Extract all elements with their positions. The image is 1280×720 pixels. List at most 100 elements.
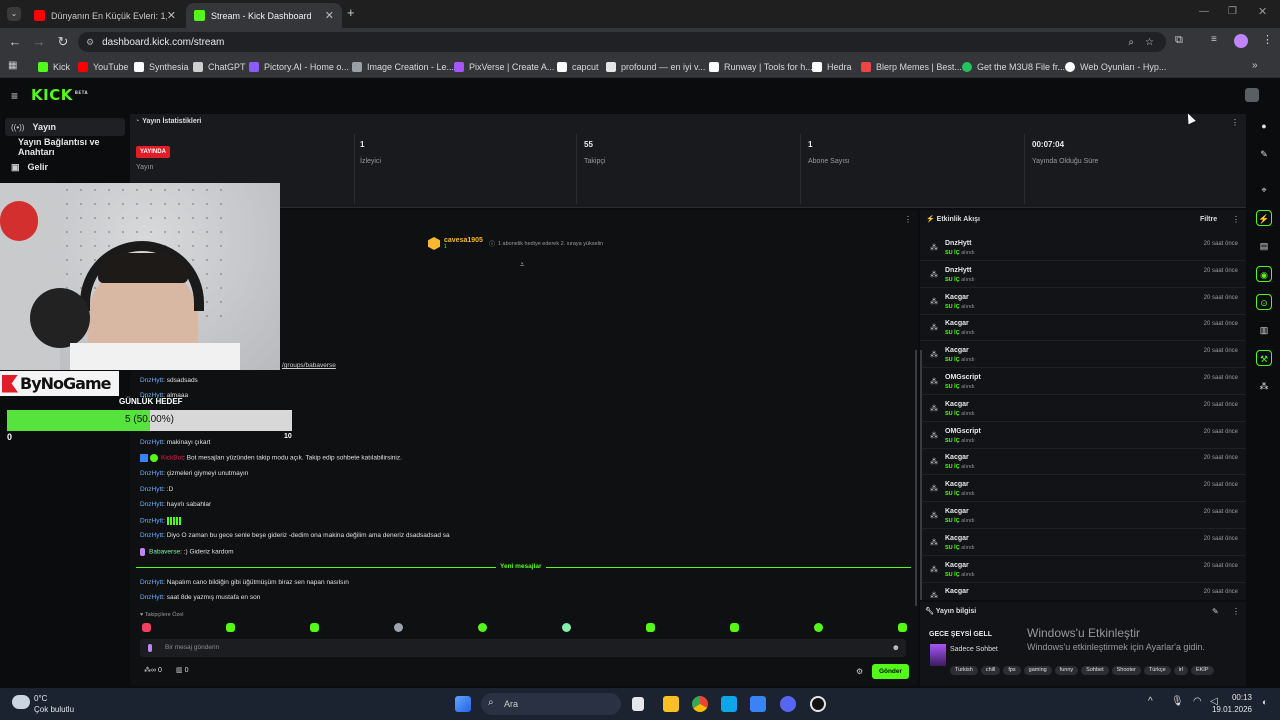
back-icon[interactable]: ← (7, 34, 23, 50)
discord-icon[interactable] (780, 696, 796, 712)
category-name[interactable]: Sadece Sohbet (950, 646, 998, 653)
channel-points[interactable]: ⁂∞ 0 (144, 666, 162, 674)
activity-item[interactable]: ⁂ Kacgar SU İÇ alındı 20 saat önce (920, 341, 1246, 369)
emote-icon[interactable] (646, 623, 655, 632)
chat-username[interactable]: Babaverse (149, 549, 180, 556)
bookmark-item[interactable]: profound — en iyi v... (606, 60, 705, 74)
tag-chip[interactable]: Sohbet (1081, 666, 1109, 675)
start-icon[interactable] (455, 696, 471, 712)
chat-link[interactable]: /groups/babaverse (282, 362, 336, 369)
activity-item[interactable]: ⁂ Kacgar SU İÇ alındı 20 saat önce (920, 529, 1246, 556)
tab-kick-dashboard[interactable]: Stream - Kick Dashboard ✕ (186, 3, 342, 28)
sidebar-item-revenue[interactable]: ▣ Gelir (5, 158, 125, 176)
more-bookmarks-icon[interactable]: » (1252, 60, 1258, 71)
activity-item[interactable]: ⁂ OMGscript SU İÇ alındı 20 saat önce (920, 368, 1246, 395)
tab-youtube[interactable]: Dünyanın En Küçük Evleri: 1,5 m ✕ (26, 3, 184, 28)
emote-icon[interactable] (730, 623, 739, 632)
activity-item[interactable]: ⁂ DnzHytt SU İÇ alındı 20 saat önce (920, 261, 1246, 288)
forward-icon[interactable]: → (31, 34, 47, 50)
chat-username[interactable]: DnzHytt (140, 377, 163, 384)
bookmark-item[interactable]: capcut (557, 60, 599, 74)
gift-leaderboard[interactable]: cavesa1905 1 ⓘ 1 abonelik hediye ederek … (428, 237, 603, 250)
chat-username[interactable]: DnzHytt (140, 532, 163, 539)
bookmark-item[interactable]: Synthesia (134, 60, 189, 74)
stats-menu-icon[interactable]: ⋮ (1231, 118, 1239, 127)
close-window-icon[interactable]: ✕ (1258, 5, 1267, 18)
chrome-icon[interactable] (692, 696, 708, 712)
zoom-icon[interactable]: ⌕ (1128, 37, 1134, 48)
emote-icon[interactable] (898, 623, 907, 632)
gift-counter[interactable]: ▥ 0 (176, 666, 188, 674)
activity-item[interactable]: ⁂ Kacgar 20 saat önce (920, 582, 1246, 598)
chat-username[interactable]: DnzHytt (140, 439, 163, 446)
broadcast-icon[interactable]: ⊙ (1256, 294, 1272, 310)
emote-icon[interactable] (814, 623, 823, 632)
activity-item[interactable]: ⁂ Kacgar SU İÇ alındı 20 saat önce (920, 395, 1246, 422)
chat-input[interactable]: Bir mesaj gönderin ☻ (140, 639, 906, 657)
clock-time[interactable]: 00:13 (1222, 693, 1252, 702)
store-icon[interactable] (750, 696, 766, 712)
extensions-icon[interactable]: ⧉ (1175, 34, 1183, 47)
clock-date[interactable]: 19.01.2026 (1200, 705, 1252, 714)
taskbar-search[interactable]: ⌕ Ara (481, 693, 621, 715)
activity-item[interactable]: ⁂ Kacgar SU İÇ alındı 20 saat önce (920, 314, 1246, 342)
minimize-icon[interactable]: — (1199, 6, 1209, 17)
emote-icon[interactable] (142, 623, 151, 632)
chat-username[interactable]: DnzHytt (140, 501, 163, 508)
pencil-icon[interactable]: ✎ (1256, 146, 1272, 162)
activity-item[interactable]: ⁂ DnzHytt SU İÇ alındı 20 saat önce (920, 234, 1246, 261)
emote-icon[interactable] (562, 623, 571, 632)
send-button[interactable]: Gönder (872, 664, 909, 679)
printer-icon[interactable]: ▥ (1256, 322, 1272, 338)
tag-chip[interactable]: funny (1054, 666, 1079, 675)
sidebar-item-stream[interactable]: ((•)) Yayın (5, 118, 125, 136)
bookmark-item[interactable]: Kick (38, 60, 70, 74)
new-tab-button[interactable]: + (347, 5, 355, 20)
bookmark-item[interactable]: YouTube (78, 60, 128, 74)
emote-icon[interactable] (226, 623, 235, 632)
tag-chip[interactable]: EKİP (1190, 666, 1214, 675)
notification-icon[interactable]: ◐ (1262, 697, 1267, 707)
chat-settings-icon[interactable]: ⚙ (856, 667, 863, 676)
bookmark-item[interactable]: Pictory.AI - Home o... (249, 60, 349, 74)
tray-chevron-icon[interactable]: ^ (1148, 696, 1153, 707)
tab-list-chevron-icon[interactable]: ⌄ (7, 7, 21, 21)
info-circle-icon[interactable]: ● (1256, 118, 1272, 134)
document-icon[interactable]: ▤ (1256, 238, 1272, 254)
obs-icon[interactable] (810, 696, 826, 712)
user-avatar[interactable] (1245, 88, 1259, 102)
collapse-pinned-icon[interactable]: ⩡ (520, 260, 525, 270)
bookmark-item[interactable]: Runway | Tools for h... (709, 60, 813, 74)
site-info-icon[interactable]: ⚙ (86, 37, 94, 48)
tag-chip[interactable]: irl (1173, 666, 1188, 675)
activity-item[interactable]: ⁂ Kacgar SU İÇ alındı 20 saat önce (920, 475, 1246, 503)
target-icon[interactable]: ⌖ (1256, 182, 1272, 198)
activity-item[interactable]: ⁂ Kacgar SU İÇ alındı 20 saat önce (920, 448, 1246, 476)
bookmark-item[interactable]: ChatGPT (193, 60, 246, 74)
address-bar[interactable]: ⚙ dashboard.kick.com/stream ⌕ ☆ (78, 32, 1166, 52)
activity-item[interactable]: ⁂ Kacgar SU İÇ alındı 20 saat önce (920, 288, 1246, 315)
bookmark-star-icon[interactable]: ☆ (1145, 37, 1154, 48)
task-view-icon[interactable] (632, 697, 644, 711)
mic-tray-icon[interactable]: 🎙︎ (1171, 696, 1184, 707)
bookmark-item[interactable]: Web Oyunları - Hyp... (1065, 60, 1166, 74)
network-icon[interactable]: ⁂ (1256, 378, 1272, 394)
chat-menu-icon[interactable]: ⋮ (904, 215, 912, 224)
info-menu-icon[interactable]: ⋮ (1232, 607, 1240, 616)
chat-username[interactable]: DnzHytt (140, 486, 163, 493)
activity-scrollbar[interactable] (920, 350, 922, 600)
tag-chip[interactable]: Shooter (1111, 666, 1141, 675)
chat-username[interactable]: DnzHytt (140, 579, 163, 586)
reload-icon[interactable]: ↻ (55, 34, 71, 50)
media-icon[interactable]: ≡ (1211, 34, 1217, 45)
close-tab-icon[interactable]: ✕ (325, 9, 334, 22)
bookmark-item[interactable]: Hedra (812, 60, 852, 74)
bookmark-item[interactable]: Image Creation - Le... (352, 60, 454, 74)
bookmark-item[interactable]: Get the M3U8 File fr... (962, 60, 1065, 74)
activity-item[interactable]: ⁂ Kacgar SU İÇ alındı 20 saat önce (920, 502, 1246, 529)
filter-button[interactable]: Filtre (1200, 216, 1217, 223)
bookmark-item[interactable]: PixVerse | Create A... (454, 60, 554, 74)
tag-chip[interactable]: chill (980, 666, 1001, 675)
activity-menu-icon[interactable]: ⋮ (1232, 215, 1240, 224)
chat-scrollbar[interactable] (915, 350, 917, 606)
